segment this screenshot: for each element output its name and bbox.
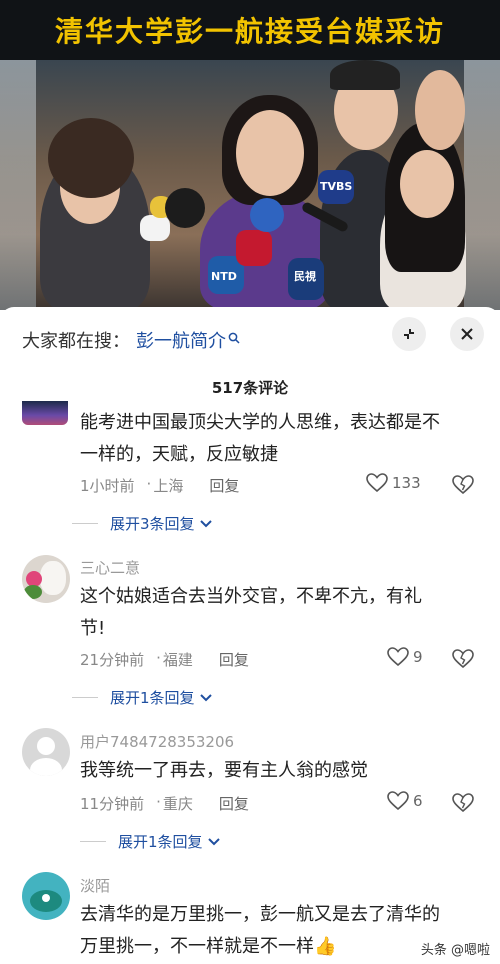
comment-1-text: 能考进中国最顶尖大学的人思维，表达都是不 一样的，天赋，反应敏捷: [80, 407, 480, 471]
comment-3-expand-label: 展开1条回复: [118, 833, 203, 851]
comment-1-line1: 能考进中国最顶尖大学的人思维，表达都是不: [80, 412, 440, 433]
chevron-down-icon: [207, 837, 220, 845]
comment-2-avatar[interactable]: [22, 555, 70, 603]
comment-2-text: 这个姑娘适合去当外交官，不卑不亢，有礼 节!: [80, 581, 480, 645]
broken-heart-icon[interactable]: [452, 792, 474, 814]
mic-blue: [250, 198, 284, 232]
comment-1-line2: 一样的，天赋，反应敏捷: [80, 444, 278, 465]
comment-2-username[interactable]: 三心二意: [80, 557, 140, 578]
watermark: 头条 @嗯啦: [420, 943, 490, 958]
heart-icon: [366, 473, 388, 493]
comment-1-expand-label: 展开3条回复: [110, 515, 195, 533]
comment-1-like-count: 133: [392, 474, 421, 492]
chevron-down-icon: [199, 693, 212, 701]
comment-1-expand-divider: [72, 523, 98, 524]
comment-3-avatar[interactable]: [22, 728, 70, 776]
heart-icon: [387, 647, 409, 667]
comment-3-sep: ·: [156, 793, 161, 811]
comment-2-sep: ·: [156, 649, 161, 667]
comment-3-expand-divider: [80, 841, 106, 842]
man-right-edge: [415, 70, 465, 150]
mic-red: [236, 230, 272, 266]
broken-heart-icon[interactable]: [452, 474, 474, 496]
comment-2-meta: 21分钟前 · 福建 回复: [80, 649, 249, 670]
video-title: 清华大学彭一航接受台媒采访: [54, 15, 445, 48]
default-avatar-body-icon: [30, 758, 62, 776]
comment-1-location: 上海: [153, 477, 184, 495]
comment-3-location: 重庆: [162, 795, 193, 813]
mic-ntd-label: NTD: [211, 270, 237, 283]
close-button[interactable]: [450, 317, 484, 351]
comment-1-time: 1小时前: [80, 477, 135, 495]
video-title-bar: 清华大学彭一航接受台媒采访: [0, 0, 500, 60]
default-avatar-head-icon: [37, 737, 55, 755]
close-icon: [461, 328, 473, 340]
comment-3-expand-replies[interactable]: 展开1条回复: [80, 831, 221, 852]
trending-search[interactable]: 大家都在搜： 彭一航简介: [22, 327, 240, 353]
video-side-right: [464, 60, 500, 310]
hair-left: [48, 118, 134, 198]
mic-tvbs-label: TVBS: [320, 180, 353, 193]
comment-4-line1: 去清华的是万里挑一，彭一航又是去了清华的: [80, 904, 440, 925]
avatar-dog-icon: [40, 561, 66, 595]
comment-2-like-count: 9: [413, 648, 423, 666]
comment-2-expand-divider: [72, 697, 98, 698]
comment-1-expand-replies[interactable]: 展开3条回复: [72, 513, 213, 534]
comment-2-expand-label: 展开1条回复: [110, 689, 195, 707]
comment-3-username[interactable]: 用户7484728353206: [80, 731, 234, 752]
man-glasses-hair: [330, 60, 400, 90]
trending-search-prefix: 大家都在搜：: [22, 331, 130, 352]
comment-4-avatar[interactable]: [22, 872, 70, 920]
search-icon: [228, 332, 240, 348]
comment-1-avatar[interactable]: [22, 401, 68, 425]
broken-heart-icon[interactable]: [452, 648, 474, 670]
collapse-button[interactable]: [392, 317, 426, 351]
interviewee-face: [236, 110, 304, 196]
reporter-right-face: [400, 150, 454, 218]
avatar-eye-icon: [42, 894, 50, 902]
mic-dark: [165, 188, 205, 228]
trending-search-term[interactable]: 彭一航简介: [136, 327, 226, 353]
comment-3-like-count: 6: [413, 792, 423, 810]
video-side-left: [0, 60, 36, 310]
mic-white: [140, 215, 170, 241]
comment-2-reply-button[interactable]: 回复: [219, 649, 249, 670]
comment-count: 517条评论: [211, 379, 289, 397]
comment-2-like-button[interactable]: 9: [387, 647, 423, 667]
comments-panel: 大家都在搜： 彭一航简介 517条评论 能考进中国最顶尖大学的人思维，表达都是不…: [0, 307, 500, 964]
comment-2-line1: 这个姑娘适合去当外交官，不卑不亢，有礼: [80, 586, 422, 607]
comment-3-like-button[interactable]: 6: [387, 791, 423, 811]
comment-1-meta: 1小时前 · 上海 回复: [80, 475, 239, 496]
comment-3-text: 我等统一了再去，要有主人翁的感觉: [80, 755, 480, 787]
avatar-leaves-icon: [24, 585, 42, 599]
comment-2-expand-replies[interactable]: 展开1条回复: [72, 687, 213, 708]
comment-2-line2: 节!: [80, 618, 106, 639]
comment-2-time: 21分钟前: [80, 651, 145, 669]
comment-3-line1: 我等统一了再去，要有主人翁的感觉: [80, 760, 368, 781]
heart-icon: [387, 791, 409, 811]
comment-3-meta: 11分钟前 · 重庆 回复: [80, 793, 249, 814]
comment-2-location: 福建: [162, 651, 193, 669]
comment-3-reply-button[interactable]: 回复: [219, 793, 249, 814]
comment-1-sep: ·: [146, 475, 152, 493]
comment-4-username[interactable]: 淡陌: [80, 875, 110, 896]
video-player[interactable]: 清华大学彭一航接受台媒采访 TVBS 民視 NTD: [0, 0, 500, 310]
collapse-icon: [404, 329, 414, 339]
chevron-down-icon: [199, 519, 212, 527]
comment-1-reply-button[interactable]: 回复: [209, 475, 239, 496]
comment-1-like-button[interactable]: 133: [366, 473, 421, 493]
mic-minshi-label: 民視: [294, 270, 316, 283]
comment-3-time: 11分钟前: [80, 795, 145, 813]
